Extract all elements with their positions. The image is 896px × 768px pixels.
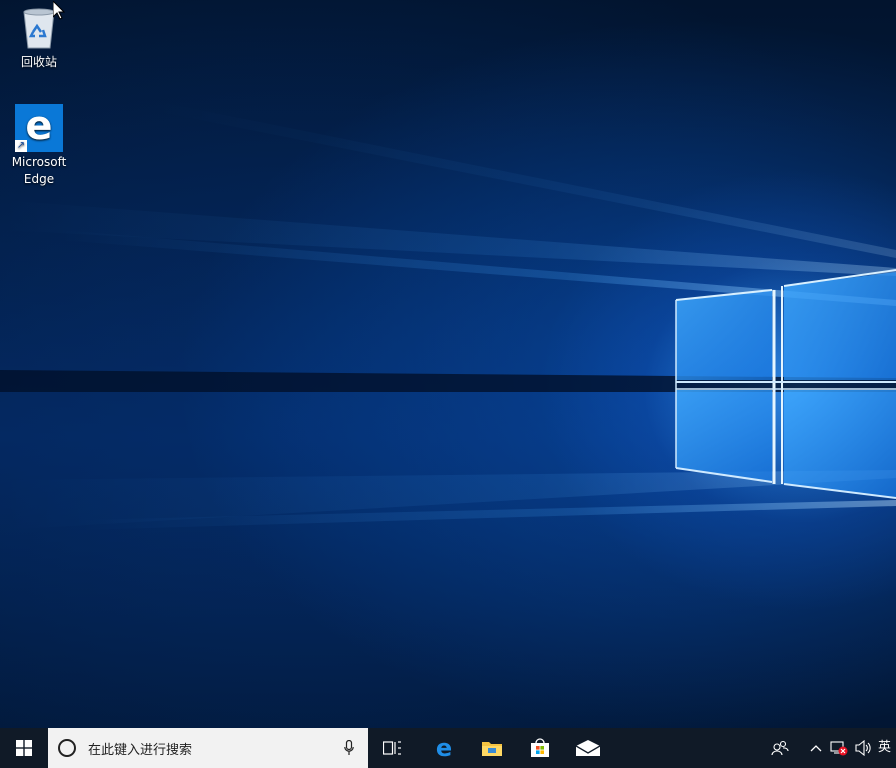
chevron-up-icon	[810, 745, 822, 752]
svg-text:e: e	[436, 737, 452, 759]
network-disconnected-icon	[830, 741, 848, 756]
taskbar-store-button[interactable]	[520, 728, 560, 768]
start-button[interactable]	[0, 728, 48, 768]
search-placeholder: 在此键入进行搜索	[88, 742, 193, 758]
speaker-icon	[855, 740, 871, 756]
people-icon	[771, 740, 789, 756]
mail-icon	[576, 740, 600, 756]
task-view-button[interactable]	[372, 728, 412, 768]
microphone-icon[interactable]	[344, 740, 354, 756]
taskbar-edge-button[interactable]: e	[424, 728, 464, 768]
task-view-icon	[383, 741, 401, 755]
shortcut-arrow-icon: ↗	[15, 140, 27, 152]
show-hidden-icons-button[interactable]	[806, 728, 826, 768]
edge-icon: e ↗	[15, 104, 63, 152]
file-explorer-icon	[482, 742, 502, 756]
desktop[interactable]: 回收站 e ↗ Microsoft Edge	[0, 0, 896, 728]
mouse-cursor-icon	[53, 1, 65, 20]
desktop-icon-label-line1: Microsoft	[11, 155, 67, 169]
cortana-icon	[58, 739, 76, 757]
people-button[interactable]	[766, 728, 794, 768]
windows-logo-icon	[16, 740, 32, 756]
taskbar-file-explorer-button[interactable]	[472, 728, 512, 768]
volume-button[interactable]	[852, 728, 876, 768]
desktop-icon-recycle-bin[interactable]: 回收站	[1, 4, 77, 71]
input-language-indicator[interactable]: 英	[878, 728, 896, 768]
wallpaper	[0, 100, 896, 530]
edge-icon: e	[436, 737, 452, 759]
taskbar: 在此键入进行搜索 e 英	[0, 728, 896, 768]
desktop-icon-microsoft-edge[interactable]: e ↗ Microsoft Edge	[1, 104, 77, 188]
desktop-icon-label: 回收站	[20, 55, 57, 69]
search-box[interactable]: 在此键入进行搜索	[48, 728, 368, 768]
network-button[interactable]	[828, 728, 850, 768]
store-icon	[531, 738, 549, 757]
taskbar-mail-button[interactable]	[568, 728, 608, 768]
desktop-icon-label-line2: Edge	[23, 172, 55, 186]
